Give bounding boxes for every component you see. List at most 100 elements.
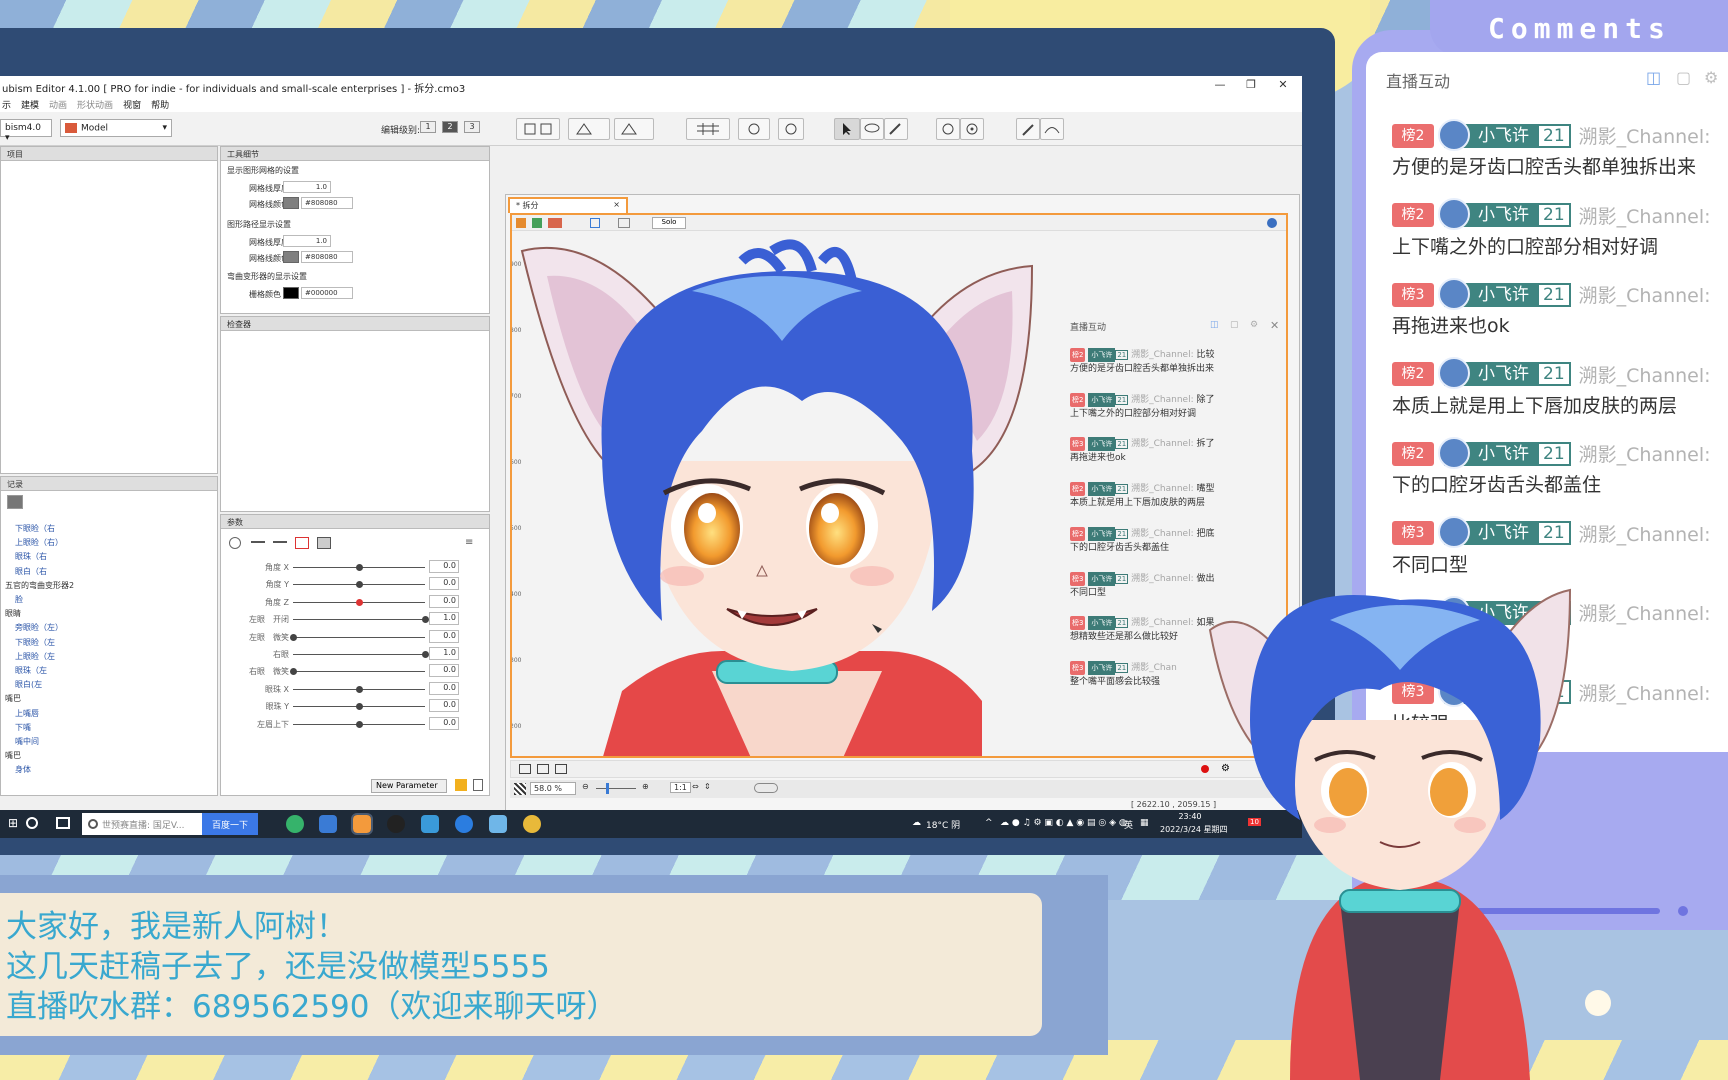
edit-level-1[interactable]: 1 [420, 121, 436, 133]
canvas-pin-icon[interactable] [1267, 218, 1277, 228]
edit-level-2[interactable]: 2 [442, 121, 458, 133]
auto-mesh-auto-button[interactable] [614, 118, 654, 140]
tree-item[interactable]: 旁眼睑（左） [15, 622, 63, 633]
parameter-slider-knob[interactable] [356, 703, 363, 711]
tree-item[interactable]: 眼睛 [5, 608, 21, 619]
mesh-line-color-swatch[interactable] [283, 197, 299, 209]
eraser-icon[interactable] [532, 218, 542, 228]
restore-icon[interactable] [548, 218, 562, 228]
tree-item[interactable]: 下眼睑（右 [15, 523, 55, 534]
parameter-slider-knob[interactable] [356, 564, 363, 571]
mesh-line-color-input[interactable]: #808080 [301, 197, 353, 209]
tree-item[interactable]: 下嘴 [15, 722, 31, 733]
zoom-slider-track[interactable] [596, 788, 636, 789]
parameter-slider-track[interactable] [293, 654, 425, 655]
weather-icon[interactable]: ☁ [912, 818, 921, 828]
menu-help[interactable]: 帮助 [151, 98, 169, 112]
parameter-slider-knob[interactable] [356, 581, 363, 589]
params-grid-icon[interactable] [317, 537, 331, 549]
menu-form-animation[interactable]: 形状动画 [77, 98, 113, 112]
tree-item[interactable]: 眼珠（左 [15, 665, 47, 676]
copy-icon[interactable]: ◫ [1646, 68, 1661, 87]
parameter-slider-knob[interactable] [422, 616, 429, 624]
snapshot-icon[interactable] [537, 764, 549, 774]
zoom-in-icon[interactable]: ⊕ [642, 782, 649, 791]
ratio-button[interactable]: 1:1 [670, 782, 691, 793]
parameter-value-input[interactable]: 0.0 [429, 560, 459, 573]
windows-start-icon[interactable]: ⊞ [8, 816, 18, 830]
tree-item[interactable]: 眼白（右 [15, 566, 47, 577]
canvas-tab[interactable]: * 拆分 × [508, 197, 628, 213]
menu-animation[interactable]: 动画 [49, 98, 67, 112]
menu-display[interactable]: 示 [2, 98, 11, 112]
params-link-icon[interactable] [251, 541, 265, 543]
params-delete-key-icon[interactable] [295, 537, 309, 549]
path-line-color-swatch[interactable] [283, 251, 299, 263]
close-button[interactable]: ✕ [1268, 78, 1298, 91]
zoom-input[interactable]: 58.0 % [530, 782, 576, 795]
parameter-value-input[interactable]: 0.0 [429, 664, 459, 678]
params-bind-icon[interactable] [273, 541, 287, 543]
app-finder-icon[interactable] [421, 815, 439, 833]
brush-icon[interactable] [516, 218, 526, 228]
inner-chat-copy-icon[interactable]: ◫ [1210, 320, 1219, 330]
grid-color-input[interactable]: #000000 [301, 287, 353, 299]
zoom-slider-handle[interactable] [606, 783, 609, 794]
tree-item[interactable]: 身体 [15, 764, 31, 775]
grid-color-swatch[interactable] [283, 287, 299, 299]
parameter-slider-track[interactable] [293, 619, 425, 621]
ime-icon[interactable]: ▦ [1140, 818, 1149, 828]
arrow-select-tool-button[interactable] [834, 118, 860, 140]
parameter-value-input[interactable]: 0.0 [429, 594, 459, 608]
curve-tool-button[interactable] [1040, 118, 1064, 140]
app-qq-icon[interactable] [387, 815, 405, 833]
zoom-out-icon[interactable]: ⊖ [582, 782, 589, 791]
path-line-width-input[interactable]: 1.0 [283, 235, 331, 247]
rotation-tool-button[interactable] [960, 118, 984, 140]
scrollbar-dot[interactable] [1678, 906, 1688, 916]
parameter-value-input[interactable]: 0.0 [429, 699, 459, 713]
version-select[interactable]: bism4.0 ▾ [0, 119, 52, 143]
capture-icon[interactable] [555, 764, 567, 774]
gear-icon[interactable]: ⚙ [1704, 68, 1718, 87]
auto-mesh-button[interactable] [568, 118, 610, 140]
parameter-value-input[interactable]: 0.0 [429, 629, 459, 643]
app-chrome-icon[interactable] [523, 815, 541, 833]
app-k-icon[interactable] [455, 815, 473, 833]
fit-height-icon[interactable]: ⇕ [704, 782, 711, 791]
app-feishu-icon[interactable] [319, 815, 337, 833]
solo-button[interactable]: Solo [652, 217, 686, 229]
mesh-line-width-input[interactable]: 1.0 [283, 181, 331, 193]
menu-modeling[interactable]: 建模 [21, 98, 39, 112]
ruler-icon[interactable] [618, 218, 630, 228]
minimize-button[interactable]: — [1205, 78, 1235, 91]
tree-item[interactable]: 上眼睑（右） [15, 537, 63, 548]
list-options-icon[interactable] [7, 495, 23, 509]
brush-tool-button[interactable] [884, 118, 908, 140]
ime-indicator[interactable]: 英 [1124, 818, 1133, 831]
edit-level-3[interactable]: 3 [464, 121, 480, 133]
tree-item[interactable]: 嘴巴 [5, 693, 21, 704]
deformer-tool-button[interactable] [936, 118, 960, 140]
tree-item[interactable]: 眼白(左 [15, 679, 42, 690]
app-cubism-icon[interactable] [351, 813, 373, 835]
pen-tool-button[interactable] [1016, 118, 1040, 140]
canvas-viewport[interactable]: Solo 900 800 700 600 500 400 300 200 直播互… [510, 213, 1288, 758]
tree-item[interactable]: 上嘴唇 [15, 708, 39, 719]
canvas-tab-close-icon[interactable]: × [613, 200, 620, 209]
weight-tool-button[interactable] [778, 118, 804, 140]
lasso-tool-button[interactable] [860, 118, 884, 140]
tray-expand-icon[interactable]: ^ [985, 818, 993, 828]
params-menu-icon[interactable]: ≡ [465, 537, 473, 548]
new-parameter-button[interactable]: New Parameter [371, 779, 447, 793]
tree-item[interactable]: 下眼睑（左 [15, 637, 55, 648]
menu-view[interactable]: 视窗 [123, 98, 141, 112]
parameter-slider-track[interactable] [293, 636, 425, 638]
parameter-value-input[interactable]: 0.0 [429, 681, 459, 695]
parameter-value-input[interactable]: 1.0 [429, 647, 459, 660]
log-tab[interactable]: 记录 [1, 477, 217, 491]
params-tab[interactable]: 参数 [221, 515, 489, 529]
tree-item[interactable]: 脸 [15, 594, 23, 605]
inner-chat-gear-icon[interactable]: ⚙ [1250, 320, 1258, 330]
toggle-switch[interactable] [754, 783, 778, 793]
